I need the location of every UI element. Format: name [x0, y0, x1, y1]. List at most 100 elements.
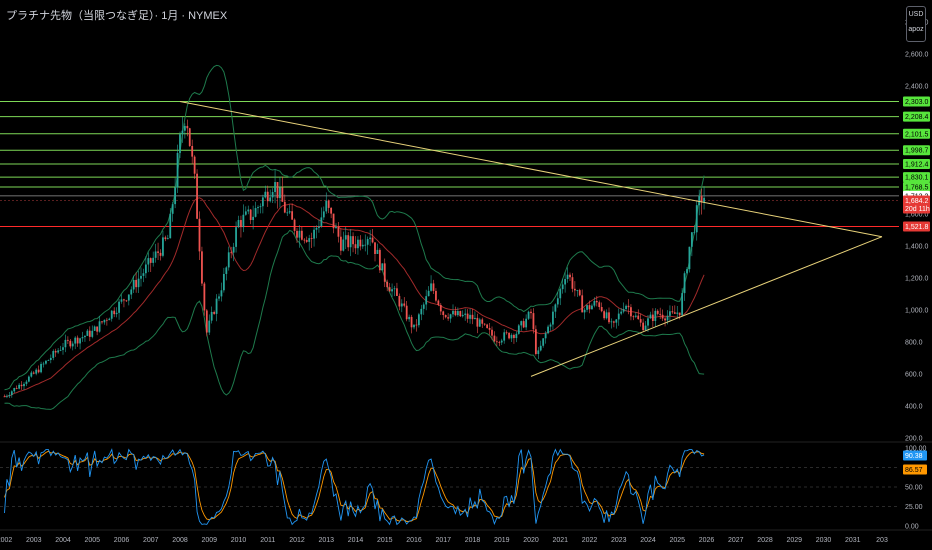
stoch-pane[interactable]: 100.0075.0050.0025.000.0090.3886.57 [0, 441, 932, 531]
candle-body [686, 269, 688, 274]
price-tag-layer: 2,303.0 2,208.4 2,101.5 1,998.7 1,912.4 1,830… [903, 96, 930, 232]
candle-body [513, 334, 515, 339]
candle-body [315, 227, 318, 230]
level-tag-label: 2,208.4 [905, 114, 928, 121]
candle-body [162, 237, 164, 256]
candle-body [366, 239, 369, 245]
candle-body [147, 258, 150, 265]
candle-body [154, 251, 157, 258]
candle-body [247, 209, 250, 212]
candle-body [179, 134, 181, 153]
year-tick-label: 2030 [816, 537, 832, 544]
candle-body [288, 211, 291, 213]
stoch-d-tag-label: 86.57 [905, 467, 923, 474]
candle-body [118, 301, 120, 313]
candle-body [249, 209, 252, 221]
candle-body [371, 237, 374, 243]
candle-body [549, 324, 552, 327]
candle-body [49, 357, 52, 360]
candle-body [527, 311, 530, 319]
candle-body [218, 296, 220, 299]
candle-body [335, 226, 337, 229]
candle-body [466, 313, 469, 319]
candle-body [678, 312, 681, 316]
candle-body [388, 287, 391, 292]
candle-body [542, 338, 545, 346]
candle-body [415, 324, 418, 326]
candle-body [74, 337, 77, 344]
candle-body [495, 341, 498, 343]
year-tick-label: 2012 [289, 537, 305, 544]
candle-body [142, 273, 145, 276]
candle-body [108, 318, 111, 321]
candle-body [137, 278, 140, 288]
candle-body [196, 173, 198, 219]
price-tick-label: 800.0 [905, 340, 923, 347]
trendline-layer [179, 101, 883, 377]
candle-body [30, 372, 33, 377]
candle-body [432, 283, 435, 291]
candle-body [671, 311, 674, 313]
candle-body [174, 187, 177, 205]
candle-body [140, 275, 142, 279]
candle-body [478, 319, 481, 327]
candle-body [169, 213, 172, 239]
candle-body [703, 197, 705, 203]
candle-body [354, 244, 357, 249]
price-chart[interactable]: 2,800.02,600.02,400.02,200.02,000.01,800… [0, 0, 932, 550]
candle-body [503, 332, 506, 341]
candle-body [225, 267, 228, 274]
candle-body [481, 319, 484, 324]
candle-body [588, 305, 591, 310]
candle-body [327, 200, 330, 208]
currency-unit-box[interactable]: USD apoz [906, 6, 926, 42]
candle-body [69, 340, 72, 347]
candle-body [76, 337, 79, 344]
candle-body [515, 333, 518, 339]
candle-body [422, 304, 425, 309]
candle-body [352, 236, 354, 245]
price-tick-label: 1,000.0 [905, 308, 928, 315]
candle-body [339, 236, 342, 251]
candle-body [452, 310, 454, 315]
year-tick-label: 2002 [0, 537, 12, 544]
level-tag-label: 1,998.7 [905, 148, 928, 155]
stoch-d-line [4, 450, 705, 522]
candle-body [647, 318, 649, 326]
candle-body [264, 191, 267, 198]
year-tick-label: 2029 [786, 537, 802, 544]
candle-body [305, 240, 308, 242]
candle-body [188, 128, 191, 147]
candle-body [164, 237, 167, 240]
candle-body [91, 330, 94, 337]
candle-body [130, 289, 133, 295]
candle-body [569, 274, 571, 278]
candle-body [222, 273, 225, 291]
trendline [179, 101, 883, 238]
candle-body [435, 290, 437, 301]
candle-body [374, 242, 376, 254]
candle-body [578, 290, 581, 296]
candle-body [547, 326, 549, 334]
candle-body [257, 207, 259, 209]
year-tick-label: 2022 [582, 537, 598, 544]
candle-body [486, 324, 489, 328]
year-tick-label: 2008 [172, 537, 188, 544]
candle-body [244, 211, 247, 215]
time-axis[interactable]: 2002 2003 2004 2005 2006 2007 2008 2009 2010 2011… [0, 529, 932, 544]
price-tick-label: 200.0 [905, 436, 923, 443]
candle-body [642, 322, 645, 331]
candle-body [566, 274, 569, 280]
candle-body [213, 311, 216, 314]
candle-body [649, 314, 652, 319]
year-tick-label: 2020 [523, 537, 539, 544]
candle-body [159, 252, 162, 256]
candle-body [622, 309, 625, 312]
candle-body [386, 281, 389, 288]
candle-body [25, 381, 28, 384]
candle-body [330, 207, 333, 214]
candle-body [439, 304, 442, 312]
candle-body [656, 310, 659, 314]
candle-body [198, 218, 201, 252]
candle-body [661, 314, 664, 319]
